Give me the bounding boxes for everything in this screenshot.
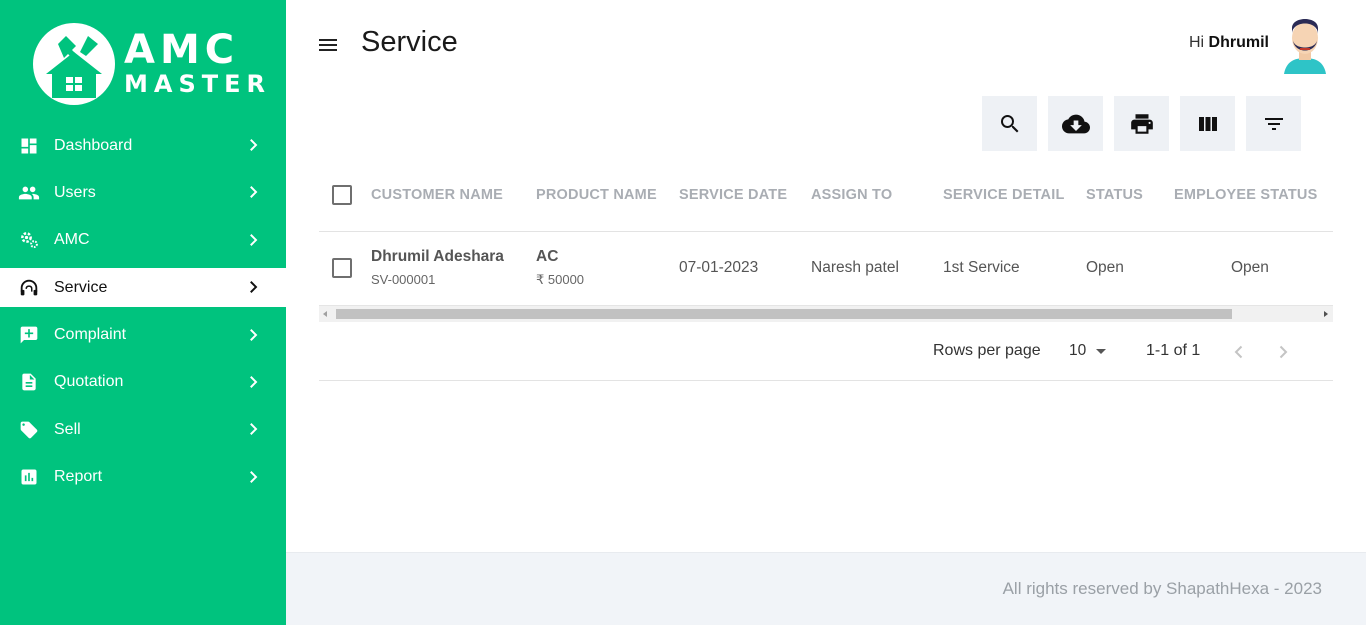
sidebar-item-sell[interactable]: Sell — [0, 410, 286, 449]
table-row[interactable]: Dhrumil Adeshara SV-000001 AC ₹ 50000 07… — [319, 232, 1333, 305]
customer-name: Dhrumil Adeshara — [371, 248, 504, 265]
column-header-product-name[interactable]: PRODUCT NAME — [536, 187, 657, 203]
caret-down-icon — [1096, 348, 1107, 354]
pagination-range: 1-1 of 1 — [1146, 342, 1201, 359]
sidebar-item-label: Service — [54, 278, 108, 296]
product-price: ₹ 50000 — [536, 272, 585, 287]
chevron-right-icon — [250, 186, 258, 199]
next-page-icon[interactable] — [1271, 340, 1295, 364]
chevron-right-icon — [250, 281, 258, 294]
chevron-right-icon — [250, 470, 258, 483]
user-greeting: Hi Dhrumil — [1189, 34, 1269, 52]
select-all-checkbox[interactable] — [332, 185, 352, 205]
tag-icon — [18, 419, 40, 441]
table-toolbar — [982, 96, 1301, 151]
search-button[interactable] — [982, 96, 1037, 151]
cloud-download-icon — [1061, 114, 1090, 133]
row-checkbox[interactable] — [332, 258, 352, 278]
table-pagination: Rows per page 10 1-1 of 1 — [319, 322, 1333, 381]
dashboard-icon — [18, 135, 40, 157]
column-header-status[interactable]: STATUS — [1086, 187, 1143, 203]
avatar[interactable] — [1280, 14, 1330, 74]
filter-icon — [1264, 117, 1283, 130]
sidebar-item-service[interactable]: Service — [0, 268, 286, 308]
user-name: Dhrumil — [1208, 34, 1269, 51]
sidebar-item-quotation[interactable]: Quotation — [0, 363, 286, 402]
horizontal-scrollbar[interactable] — [319, 305, 1333, 322]
house-tools-logo-icon — [33, 23, 115, 105]
search-icon — [1000, 114, 1018, 132]
footer: All rights reserved by ShapathHexa - 202… — [286, 552, 1366, 625]
chevron-right-icon — [250, 376, 258, 388]
document-icon — [18, 371, 40, 393]
headset-icon — [18, 277, 40, 299]
page-title: Service — [361, 26, 458, 58]
service-table: CUSTOMER NAME PRODUCT NAME SERVICE DATE … — [319, 166, 1333, 305]
column-header-customer-name[interactable]: CUSTOMER NAME — [371, 187, 503, 203]
logo-subtitle: MASTER — [124, 70, 271, 98]
logo-title: AMC — [124, 27, 240, 73]
previous-page-icon[interactable] — [1227, 340, 1251, 364]
download-button[interactable] — [1048, 96, 1103, 151]
product-name: AC — [536, 248, 559, 265]
column-header-employee-status[interactable]: EMPLOYEE STATUS — [1174, 187, 1317, 203]
greeting-prefix: Hi — [1188, 34, 1205, 51]
sidebar-item-label: Quotation — [54, 373, 124, 391]
service-date: 07-01-2023 — [679, 259, 759, 276]
column-header-service-date[interactable]: SERVICE DATE — [679, 187, 787, 203]
chevron-right-icon — [250, 328, 258, 341]
bar-chart-icon — [18, 466, 40, 488]
sidebar-item-label: Dashboard — [54, 136, 133, 154]
print-icon — [1130, 113, 1153, 134]
sidebar-item-amc[interactable]: AMC — [0, 221, 286, 260]
sidebar-item-label: AMC — [54, 231, 90, 249]
chevron-right-icon — [250, 423, 258, 436]
add-comment-icon — [18, 324, 40, 346]
column-header-assign-to[interactable]: ASSIGN TO — [811, 187, 892, 203]
sidebar-item-report[interactable]: Report — [0, 458, 286, 497]
hamburger-menu-icon[interactable] — [316, 33, 340, 57]
status: Open — [1086, 259, 1124, 276]
scroll-right-arrow-icon[interactable] — [1324, 311, 1328, 317]
app-logo[interactable]: AMC MASTER — [32, 22, 265, 108]
sidebar-nav: Dashboard Users AMC Service Complaint Qu… — [0, 126, 286, 505]
sidebar-item-label: Sell — [54, 420, 81, 438]
users-icon — [18, 182, 40, 204]
rows-per-page-label: Rows per page — [933, 342, 1041, 359]
rows-per-page-select[interactable]: 10 — [1069, 342, 1107, 360]
sidebar-item-complaint[interactable]: Complaint — [0, 316, 286, 355]
sidebar-item-users[interactable]: Users — [0, 173, 286, 212]
sidebar-item-dashboard[interactable]: Dashboard — [0, 126, 286, 165]
scroll-left-arrow-icon[interactable] — [323, 311, 327, 317]
sidebar-item-label: Users — [54, 183, 96, 201]
table-header: CUSTOMER NAME PRODUCT NAME SERVICE DATE … — [319, 166, 1333, 232]
copyright-text: All rights reserved by ShapathHexa - 202… — [1002, 579, 1322, 598]
assign-to: Naresh patel — [811, 259, 899, 276]
service-id: SV-000001 — [371, 272, 436, 287]
employee-status: Open — [1231, 259, 1269, 276]
filter-button[interactable] — [1246, 96, 1301, 151]
scrollbar-thumb[interactable] — [336, 309, 1232, 319]
service-detail: 1st Service — [943, 259, 1020, 276]
columns-icon — [1198, 116, 1217, 131]
print-button[interactable] — [1114, 96, 1169, 151]
chevron-right-icon — [250, 139, 258, 151]
rows-per-page-value: 10 — [1069, 342, 1087, 359]
gears-icon — [18, 229, 40, 251]
chevron-right-icon — [250, 233, 258, 246]
column-header-service-detail[interactable]: SERVICE DETAIL — [943, 187, 1065, 203]
sidebar-item-label: Report — [54, 468, 103, 486]
view-columns-button[interactable] — [1180, 96, 1235, 151]
sidebar-item-label: Complaint — [54, 326, 127, 344]
sidebar: AMC MASTER Dashboard Users AMC Service C… — [0, 0, 286, 625]
